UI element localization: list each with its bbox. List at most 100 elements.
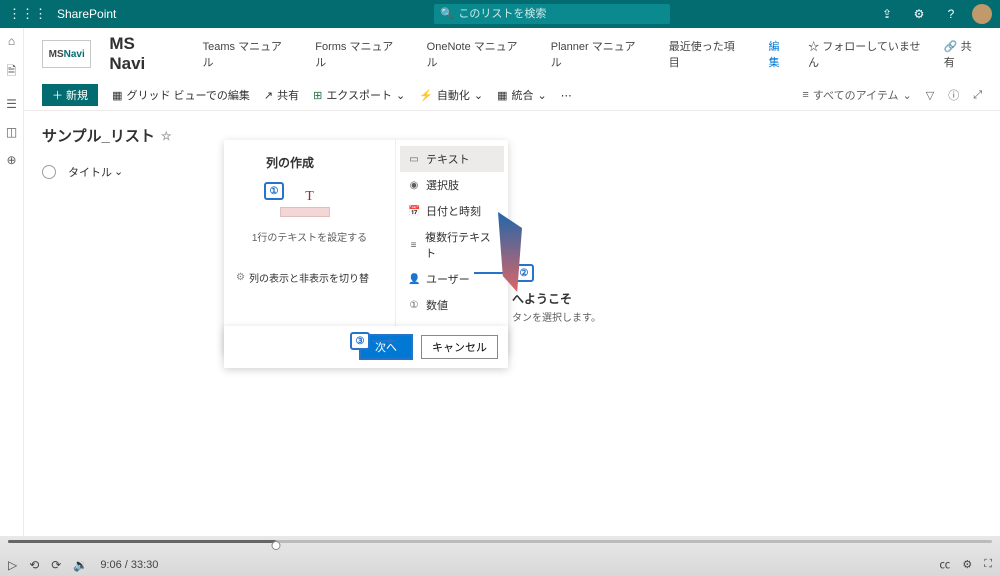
type-multiline[interactable]: ≡ 複数行テキスト xyxy=(400,224,504,266)
text-icon: ▭ xyxy=(408,154,420,165)
play-icon[interactable]: ▷ xyxy=(8,558,17,572)
view-label: すべてのアイテム xyxy=(813,87,899,103)
site-title[interactable]: MS Navi xyxy=(109,34,174,74)
cancel-button[interactable]: キャンセル xyxy=(421,335,498,359)
popup-heading: 列の作成 xyxy=(266,154,383,171)
illustration-caption: 1行のテキストを設定する xyxy=(236,229,383,244)
filter-icon[interactable]: ▽ xyxy=(926,89,934,102)
type-datetime[interactable]: 📅 日付と時刻 xyxy=(400,198,504,224)
list-icon[interactable]: ☰ xyxy=(6,97,17,111)
site-header: MSNavi MS Navi Teams マニュアル Forms マニュアル O… xyxy=(24,28,1000,80)
video-handle[interactable] xyxy=(271,541,280,550)
video-time: 9:06 / 33:30 xyxy=(100,559,158,571)
type-label: 数値 xyxy=(426,297,448,313)
video-progress xyxy=(8,540,276,543)
toggle-columns-link[interactable]: ⚙列の表示と非表示を切り替 xyxy=(236,270,383,285)
create-column-popup: 列の作成 T 1行のテキストを設定する ⚙列の表示と非表示を切り替 ▭テキスト … xyxy=(224,140,508,354)
type-number[interactable]: ① 数値 xyxy=(400,292,504,318)
search-icon: 🔍 xyxy=(440,7,454,20)
integrate-label: 統合 xyxy=(512,87,534,103)
page-icon[interactable]: ◫ xyxy=(6,125,17,139)
send-icon[interactable]: ⇪ xyxy=(876,7,898,21)
avatar[interactable] xyxy=(972,4,992,24)
integrate-button[interactable]: ▦ 統合 ⌄ xyxy=(497,87,547,103)
share-cmd-label: 共有 xyxy=(277,87,299,103)
multiline-icon: ≡ xyxy=(408,240,419,251)
recycle-icon[interactable]: ⊕ xyxy=(6,153,16,167)
top-nav: Teams マニュアル Forms マニュアル OneNote マニュアル Pl… xyxy=(203,38,791,70)
list-title: サンプル_リスト ☆ xyxy=(42,125,982,146)
column-illustration: T xyxy=(280,189,340,217)
welcome-text: タンを選択します。 xyxy=(512,309,601,324)
export-button[interactable]: ⊞ エクスポート ⌄ xyxy=(313,87,405,103)
command-bar: ＋ 新規 ▦ グリッド ビューでの編集 ↗ 共有 ⊞ エクスポート ⌄ ⚡ 自動… xyxy=(24,80,1000,111)
video-player-bar: ▷ ⟲ ⟳ 🔉 9:06 / 33:30 ㏄ ⚙ ⛶ xyxy=(0,536,1000,576)
view-selector[interactable]: ≡ すべてのアイテム ⌄ xyxy=(802,87,911,103)
welcome-heading: へようこそ xyxy=(512,290,601,307)
nav-edit[interactable]: 編集 xyxy=(769,38,791,70)
logo-left: MS xyxy=(49,49,64,60)
user-icon: 👤 xyxy=(408,274,420,285)
type-label: 複数行テキスト xyxy=(425,229,496,261)
column-type-list: ▭テキスト ◉選択肢 📅日付と時刻 ≡複数行テキスト 👤ユーザー ①数値 ☑はい… xyxy=(396,140,508,354)
select-all[interactable] xyxy=(42,165,56,179)
type-label: 日付と時刻 xyxy=(426,203,481,219)
grid-view-button[interactable]: ▦ グリッド ビューでの編集 xyxy=(112,87,250,103)
nav-link[interactable]: Planner マニュアル xyxy=(551,38,645,70)
nav-link[interactable]: 最近使った項目 xyxy=(669,38,745,70)
skip-fwd-icon[interactable]: ⟳ xyxy=(51,558,61,572)
popup-preview-pane: 列の作成 T 1行のテキストを設定する ⚙列の表示と非表示を切り替 xyxy=(224,140,396,354)
expand-icon[interactable]: ⤢ xyxy=(973,89,982,102)
player-settings-icon[interactable]: ⚙ xyxy=(962,558,972,571)
annotation-tag-3: ③ xyxy=(350,332,370,350)
app-name: SharePoint xyxy=(57,7,116,21)
doc-icon[interactable]: 🗎 xyxy=(7,62,17,83)
info-icon[interactable]: ⓘ xyxy=(948,87,959,103)
follow-button[interactable]: ☆ フォローしていません xyxy=(808,38,930,70)
type-label: 選択肢 xyxy=(426,177,459,193)
column-header-row: タイトル ⌄ ＋ 列の追加 ↖ xyxy=(42,160,982,183)
video-track[interactable] xyxy=(8,540,992,543)
rail-nav: ⌂ 🗎 ☰ ◫ ⊕ xyxy=(0,28,24,536)
search-box: 🔍 xyxy=(434,4,670,24)
calendar-icon: 📅 xyxy=(408,206,420,217)
annotation-tag-1: ① xyxy=(264,182,284,200)
volume-icon[interactable]: 🔉 xyxy=(73,558,88,572)
skip-back-icon[interactable]: ⟲ xyxy=(29,558,39,572)
logo-right: Navi xyxy=(64,49,85,60)
overflow-button[interactable]: ⋯ xyxy=(561,89,572,102)
type-choice[interactable]: ◉ 選択肢 xyxy=(400,172,504,198)
grid-label: グリッド ビューでの編集 xyxy=(126,87,249,103)
waffle-icon[interactable]: ⋮⋮⋮ xyxy=(8,6,47,22)
search-input[interactable] xyxy=(434,4,670,24)
type-label: ユーザー xyxy=(426,271,470,287)
welcome-panel: へようこそ タンを選択します。 xyxy=(512,200,601,324)
nav-link[interactable]: Forms マニュアル xyxy=(315,38,402,70)
arrow-3 xyxy=(372,340,396,342)
share-cmd[interactable]: ↗ 共有 xyxy=(264,87,299,103)
suite-bar: ⋮⋮⋮ SharePoint 🔍 ⇪ ⚙ ? xyxy=(0,0,1000,28)
settings-icon[interactable]: ⚙ xyxy=(908,7,930,21)
type-label: テキスト xyxy=(426,151,470,167)
choice-icon: ◉ xyxy=(408,180,420,191)
fullscreen-icon[interactable]: ⛶ xyxy=(984,558,992,571)
help-icon[interactable]: ? xyxy=(940,7,962,21)
nav-link[interactable]: OneNote マニュアル xyxy=(427,38,527,70)
export-label: エクスポート xyxy=(326,87,392,103)
site-logo[interactable]: MSNavi xyxy=(42,40,91,68)
toggle-label: 列の表示と非表示を切り替 xyxy=(249,270,369,285)
automate-button[interactable]: ⚡ 自動化 ⌄ xyxy=(419,87,483,103)
cc-icon[interactable]: ㏄ xyxy=(939,556,950,572)
type-user[interactable]: 👤 ユーザー xyxy=(400,266,504,292)
title-column[interactable]: タイトル ⌄ xyxy=(68,164,123,180)
new-button[interactable]: ＋ 新規 xyxy=(42,84,98,106)
list-title-text: サンプル_リスト xyxy=(42,125,155,146)
type-text[interactable]: ▭ テキスト xyxy=(400,146,504,172)
share-button[interactable]: 🔗 共有 xyxy=(944,38,982,70)
home-icon[interactable]: ⌂ xyxy=(8,34,15,48)
nav-link[interactable]: Teams マニュアル xyxy=(203,38,292,70)
favorite-icon[interactable]: ☆ xyxy=(161,129,172,143)
share-label: 共有 xyxy=(944,41,972,69)
automate-label: 自動化 xyxy=(437,87,470,103)
number-icon: ① xyxy=(408,300,420,311)
